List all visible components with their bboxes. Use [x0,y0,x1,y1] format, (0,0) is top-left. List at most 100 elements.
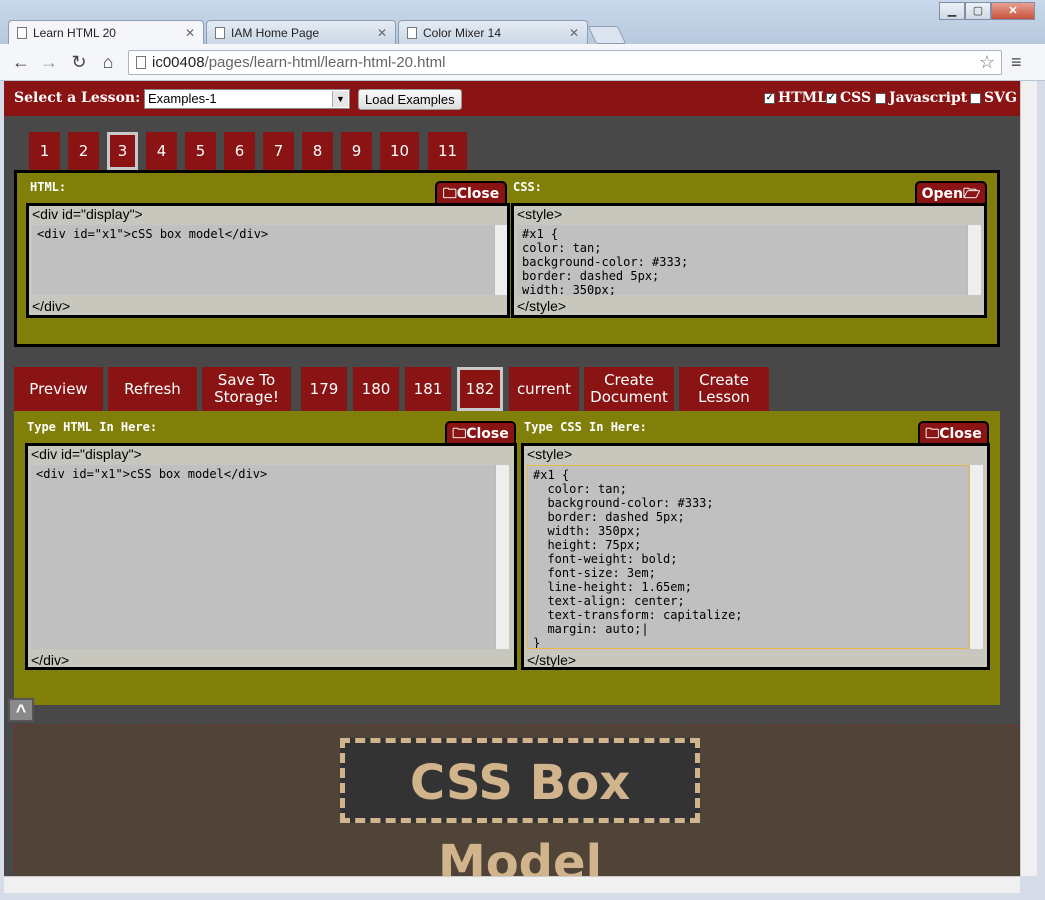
type-html-label: Type HTML In Here: [27,420,158,434]
example-html-label: HTML: [30,180,67,194]
load-examples-button[interactable]: Load Examples [358,89,462,110]
checkbox-checked-icon[interactable]: ✓ [764,92,775,104]
example-css-editor: <style> #x1 { color: tan; background-col… [511,203,987,318]
example-css-label: CSS: [513,180,542,194]
tab-color-mixer[interactable]: Color Mixer 14 ✕ [398,20,588,44]
checkbox-icon[interactable] [875,92,886,104]
close-window-icon[interactable]: ✕ [991,2,1035,20]
tab-label: Color Mixer 14 [423,25,502,40]
example-css-textarea[interactable]: #x1 { color: tan; background-color: #333… [517,225,967,295]
toggle-label: CSS [840,90,872,106]
example-tab-10[interactable]: 10 [380,132,419,170]
bookmark-star-icon[interactable]: ☆ [979,52,995,73]
type-css-label: Type CSS In Here: [524,420,647,434]
home-icon[interactable]: ⌂ [97,52,119,72]
scrollbar[interactable] [967,225,981,295]
close-label: Close [939,426,982,442]
page-icon [215,26,225,39]
scrollbar[interactable] [495,465,509,649]
window-controls: ▁ ▢ ✕ [939,2,1035,20]
css-input-textarea[interactable]: #x1 { color: tan; background-color: #333… [527,465,969,649]
page-icon [407,26,417,39]
example-html-close-button[interactable]: 🗀Close [435,181,507,205]
page-icon [17,26,27,39]
lesson-bar: Select a Lesson: Examples-1 ▼ Load Examp… [4,81,1020,116]
folder-open-icon: 🗁 [963,186,981,202]
open-label: Open [921,186,963,202]
minimize-icon[interactable]: ▁ [939,2,965,20]
chevron-down-icon[interactable]: ▼ [332,91,348,107]
url-path: /pages/learn-html/learn-html-20.html [204,54,446,71]
toggle-css[interactable]: ✓ CSS [826,90,871,106]
html-close-tag: </div> [31,652,70,668]
edit-css-close-button[interactable]: 🗀Close [918,421,989,445]
close-tab-icon[interactable]: ✕ [185,26,195,40]
toggle-html[interactable]: ✓ HTML [764,90,827,106]
maximize-icon[interactable]: ▢ [965,2,991,20]
scrollbar[interactable] [969,465,983,649]
edit-html-editor: <div id="display"> <div id="x1">cSS box … [25,443,517,670]
create-lesson-button[interactable]: Create Lesson [679,367,769,411]
address-bar[interactable]: ic00408/pages/learn-html/learn-html-20.h… [128,50,1002,75]
edit-css-editor: <style> #x1 { color: tan; background-col… [521,443,990,670]
menu-icon[interactable]: ≡ [1011,52,1022,73]
reload-icon[interactable]: ↻ [68,52,90,72]
html-input-textarea[interactable]: <div id="x1">cSS box model</div> [31,465,495,649]
page-horizontal-scrollbar[interactable] [4,876,1020,893]
checkbox-checked-icon[interactable]: ✓ [826,92,837,104]
html-close-tag: </div> [32,298,71,314]
folder-icon: 🗀 [925,426,940,442]
example-tab-5[interactable]: 5 [185,132,216,170]
close-label: Close [456,186,500,202]
save-to-storage-button[interactable]: Save To Storage! [202,367,291,411]
version-179-button[interactable]: 179 [301,367,347,411]
example-tab-1[interactable]: 1 [29,132,60,170]
edit-html-close-button[interactable]: 🗀Close [445,421,516,445]
example-tab-2[interactable]: 2 [68,132,99,170]
html-open-tag: <div id="display"> [32,206,143,222]
x1-box-model: cSS box model [340,738,700,876]
lesson-select[interactable]: Examples-1 ▼ [144,89,350,109]
close-tab-icon[interactable]: ✕ [569,26,579,40]
example-tab-8[interactable]: 8 [302,132,333,170]
toggle-label: HTML [778,90,827,106]
tab-learn-html[interactable]: Learn HTML 20 ✕ [8,20,204,44]
style-open-tag: <style> [517,206,563,222]
style-close-tag: </style> [517,298,567,314]
example-tab-3[interactable]: 3 [107,132,138,170]
refresh-button[interactable]: Refresh [108,367,197,411]
example-tab-6[interactable]: 6 [224,132,255,170]
page-content: Select a Lesson: Examples-1 ▼ Load Examp… [4,81,1020,876]
lesson-select-value: Examples-1 [148,91,217,106]
checkbox-icon[interactable] [970,92,981,104]
close-label: Close [466,426,509,442]
scrollbar[interactable] [494,225,507,295]
toggle-label: Javascript [889,90,968,106]
example-html-textarea[interactable]: <div id="x1">cSS box model</div> [32,225,494,295]
example-tab-7[interactable]: 7 [263,132,294,170]
version-182-button[interactable]: 182 [457,367,503,411]
toggle-label: SVG [984,90,1017,106]
forward-icon[interactable]: → [38,52,60,72]
folder-icon: 🗀 [442,186,457,202]
toggle-javascript[interactable]: Javascript [875,90,967,106]
tab-iam-home[interactable]: IAM Home Page ✕ [206,20,396,44]
version-180-button[interactable]: 180 [353,367,399,411]
example-tab-11[interactable]: 11 [428,132,467,170]
example-css-open-button[interactable]: Open🗁 [915,181,987,205]
page-vertical-scrollbar[interactable] [1020,81,1037,876]
page-icon [136,56,146,69]
back-icon[interactable]: ← [10,52,32,72]
close-tab-icon[interactable]: ✕ [377,26,387,40]
collapse-editor-button[interactable]: ^ [8,698,34,722]
create-document-button[interactable]: Create Document [584,367,674,411]
url-host: ic00408 [152,54,205,71]
html-open-tag: <div id="display"> [31,446,142,462]
lesson-select-label: Select a Lesson: [14,90,141,106]
toggle-svg[interactable]: SVG [970,90,1017,106]
version-181-button[interactable]: 181 [405,367,451,411]
current-button[interactable]: current [509,367,579,411]
example-tab-9[interactable]: 9 [341,132,372,170]
example-tab-4[interactable]: 4 [146,132,177,170]
preview-button[interactable]: Preview [14,367,103,411]
